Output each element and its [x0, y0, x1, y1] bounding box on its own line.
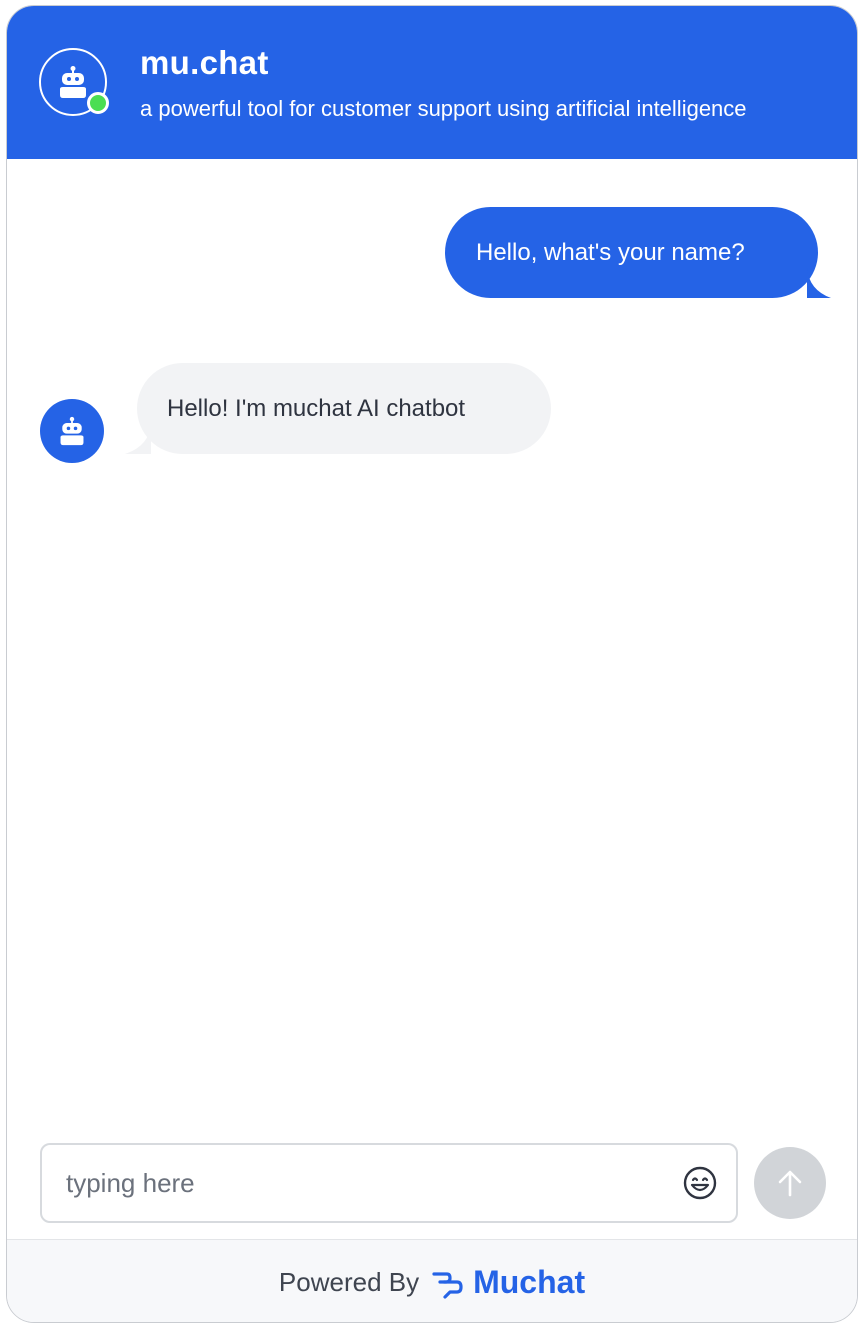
chat-header: mu.chat a powerful tool for customer sup…	[7, 6, 857, 159]
chat-title: mu.chat	[140, 44, 269, 81]
powered-by-label: Powered By	[278, 1266, 420, 1297]
bot-message-bubble: Hello! I'm muchat AI chatbot	[137, 363, 551, 454]
bot-avatar	[40, 399, 104, 463]
user-message-bubble: Hello, what's your name?	[445, 207, 818, 298]
send-button[interactable]	[754, 1147, 826, 1219]
chat-widget: mu.chat a powerful tool for customer sup…	[6, 5, 858, 1323]
user-message-text: Hello, what's your name?	[476, 238, 745, 266]
message-input[interactable]	[42, 1145, 662, 1221]
header-avatar	[39, 48, 109, 116]
muchat-logo-icon	[432, 1272, 463, 1299]
message-input-box	[40, 1143, 738, 1223]
arrow-up-icon	[778, 1170, 802, 1197]
robot-icon	[60, 416, 84, 446]
robot-icon	[60, 66, 86, 98]
powered-by-footer: Powered By Muchat	[7, 1239, 857, 1322]
bot-message-text: Hello! I'm muchat AI chatbot	[167, 394, 466, 422]
brand-name[interactable]: Muchat	[473, 1264, 585, 1301]
emoji-icon[interactable]	[682, 1165, 718, 1201]
online-status-dot	[87, 92, 109, 114]
user-bubble-tail	[807, 268, 831, 298]
chat-subtitle: a powerful tool for customer support usi…	[140, 96, 747, 121]
